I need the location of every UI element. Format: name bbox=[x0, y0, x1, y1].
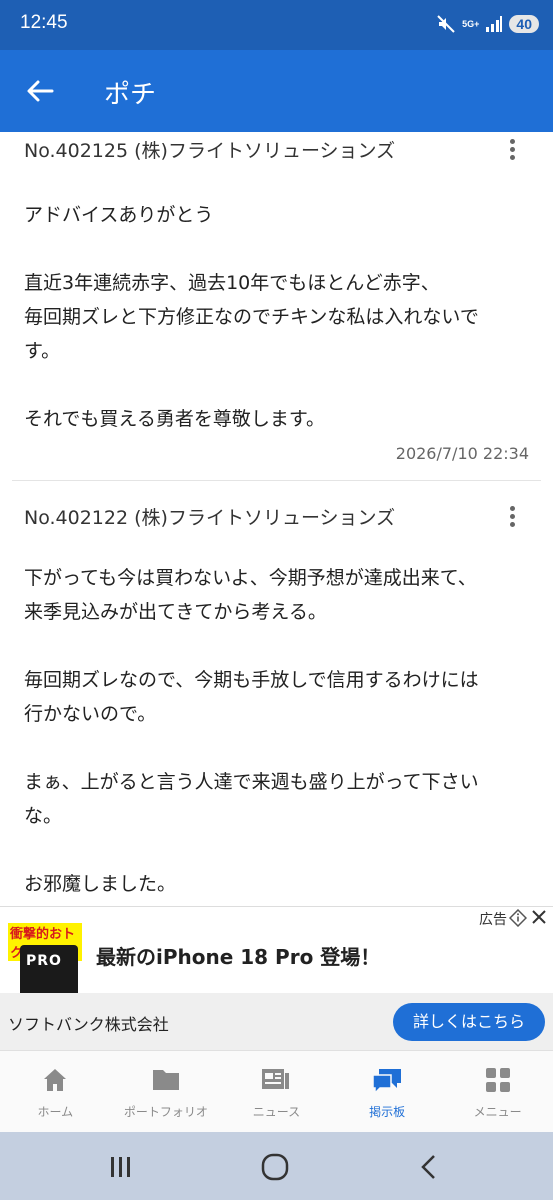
post-line: 毎回期ズレと下方修正なのでチキンな私は入れないで bbox=[24, 306, 479, 328]
ad-footer: ソフトバンク株式会社 詳しくはこちら bbox=[0, 993, 553, 1051]
more-vertical-icon[interactable] bbox=[501, 503, 523, 529]
status-icons: 5G+ 40 bbox=[436, 14, 539, 34]
post-number[interactable]: No.402122 (株)フライトソリューションズ bbox=[24, 503, 395, 530]
network-5g-icon: 5G+ bbox=[462, 18, 480, 29]
chat-bubbles-icon bbox=[372, 1069, 402, 1095]
post-header: No.402125 (株)フライトソリューションズ bbox=[24, 134, 529, 170]
post-line: 来季見込みが出てきてから考える。 bbox=[24, 601, 327, 623]
post-line: それでも買える勇者を尊敬します。 bbox=[24, 408, 325, 430]
post-line-gap bbox=[24, 731, 529, 765]
post-line: アドバイスありがとう bbox=[24, 204, 214, 226]
back-chevron-icon[interactable] bbox=[414, 1152, 444, 1182]
ad-label: 広告 bbox=[479, 912, 507, 928]
nav-item-menu[interactable]: メニュー bbox=[442, 1051, 553, 1132]
post-number[interactable]: No.402125 (株)フライトソリューションズ bbox=[24, 136, 395, 163]
nav-item-board[interactable]: 掲示板 bbox=[332, 1051, 443, 1132]
post-line: す。 bbox=[24, 340, 61, 362]
ad-phone-label: PRO bbox=[26, 953, 62, 969]
nav-label: ニュース bbox=[252, 1105, 301, 1119]
close-icon[interactable] bbox=[531, 909, 547, 925]
news-icon bbox=[262, 1069, 290, 1089]
folder-icon bbox=[152, 1070, 179, 1090]
nav-label: ホーム bbox=[37, 1105, 74, 1119]
page-title: ポチ bbox=[104, 80, 157, 110]
nav-item-news[interactable]: ニュース bbox=[221, 1051, 332, 1132]
post-line-gap bbox=[24, 629, 529, 663]
post-line-gap bbox=[24, 232, 529, 266]
ad-title[interactable]: 最新のiPhone 18 Pro 登場！ bbox=[96, 941, 380, 970]
ad-thumbnail[interactable]: 衝撃的おトク! PRO bbox=[6, 915, 82, 999]
post-line: 行かないので。 bbox=[24, 703, 157, 725]
nav-item-portfolio[interactable]: ポートフォリオ bbox=[111, 1051, 222, 1132]
status-bar: 12:45 5G+ 40 bbox=[0, 0, 553, 50]
system-nav-bar bbox=[0, 1132, 553, 1200]
bottom-nav: ホーム ポートフォリオ ニュース 掲示板 メニュー bbox=[0, 1050, 553, 1132]
post-body: アドバイスありがとう 直近3年連続赤字、過去10年でもほとんど赤字、 毎回期ズレ… bbox=[24, 198, 529, 436]
ad-cta-button[interactable]: 詳しくはこちら bbox=[393, 1003, 545, 1041]
nav-label: メニュー bbox=[473, 1105, 522, 1119]
nav-label: ポートフォリオ bbox=[123, 1105, 208, 1119]
nav-label: 掲示板 bbox=[369, 1105, 406, 1119]
post-item: No.402125 (株)フライトソリューションズ アドバイスありがとう 直近3… bbox=[0, 132, 553, 480]
post-header: No.402122 (株)フライトソリューションズ bbox=[24, 501, 529, 537]
status-time: 12:45 bbox=[20, 12, 68, 33]
post-body: 下がっても今は買わないよ、今期予想が達成出来て、 来季見込みが出てきてから考える… bbox=[24, 561, 529, 901]
grid-menu-icon bbox=[485, 1068, 510, 1092]
home-circle-icon[interactable] bbox=[260, 1152, 290, 1182]
app-bar: ポチ bbox=[0, 50, 553, 132]
home-icon bbox=[44, 1069, 67, 1091]
nav-item-home[interactable]: ホーム bbox=[0, 1051, 111, 1132]
more-vertical-icon[interactable] bbox=[501, 136, 523, 162]
post-line: お邪魔しました。 bbox=[24, 873, 177, 895]
signal-icon bbox=[485, 15, 503, 33]
arrow-left-icon[interactable] bbox=[24, 76, 56, 106]
post-line-gap bbox=[24, 368, 529, 402]
post-line: 直近3年連続赤字、過去10年でもほとんど赤字、 bbox=[24, 272, 440, 294]
post-date: 2026/7/10 22:34 bbox=[395, 444, 529, 463]
post-line: 下がっても今は買わないよ、今期予想が達成出来て、 bbox=[24, 567, 477, 589]
post-line-gap bbox=[24, 833, 529, 867]
info-icon[interactable] bbox=[508, 908, 528, 928]
ad-company: ソフトバンク株式会社 bbox=[8, 1015, 169, 1034]
recent-apps-icon[interactable] bbox=[106, 1152, 136, 1182]
post-line: まぁ、上がると言う人達で来週も盛り上がって下さい bbox=[24, 771, 479, 793]
mute-icon bbox=[436, 14, 456, 34]
post-line: な。 bbox=[24, 805, 63, 827]
post-item: No.402122 (株)フライトソリューションズ 下がっても今は買わないよ、今… bbox=[0, 481, 553, 901]
battery-icon: 40 bbox=[509, 15, 539, 33]
post-list[interactable]: No.402125 (株)フライトソリューションズ アドバイスありがとう 直近3… bbox=[0, 132, 553, 906]
ad-banner[interactable]: 衝撃的おトク! PRO 最新のiPhone 18 Pro 登場！ 広告 ソフトバ… bbox=[0, 906, 553, 1051]
post-line: 毎回期ズレなので、今期も手放しで信用するわけには bbox=[24, 669, 479, 691]
